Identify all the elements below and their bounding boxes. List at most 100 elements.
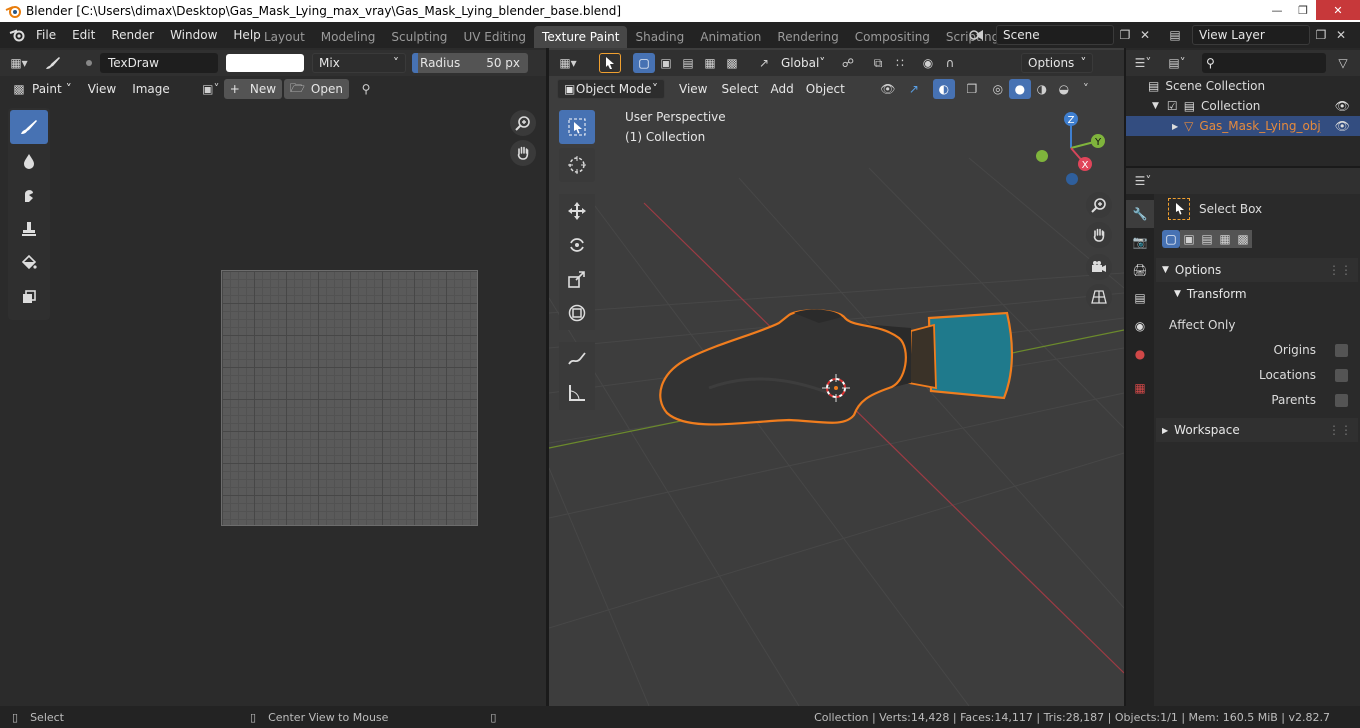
remove-view-layer-icon[interactable]: ✕	[1330, 25, 1352, 45]
transform-tool-icon[interactable]	[559, 296, 595, 330]
tab-rendering[interactable]: Rendering	[769, 26, 846, 48]
select-box-tool-icon[interactable]	[559, 110, 595, 144]
editor-type-icon[interactable]: ▦▾	[8, 53, 30, 73]
eye-icon[interactable]: 👁	[1335, 119, 1350, 133]
tab-layout[interactable]: Layout	[256, 26, 313, 48]
new-view-layer-icon[interactable]: ❐	[1310, 25, 1332, 45]
menu-image[interactable]: Image	[124, 76, 178, 102]
scene-name-field[interactable]: Scene	[996, 25, 1114, 45]
world-tab-icon[interactable]: ●	[1126, 340, 1154, 368]
menu-window[interactable]: Window	[162, 22, 225, 48]
image-editor-tool-settings: ▦▾ TexDraw Mix ˅ Radius 50 px	[0, 50, 546, 76]
pan-hand-icon[interactable]	[1086, 222, 1112, 248]
expand-arrow-icon[interactable]: ▶	[1172, 122, 1178, 131]
brush-preview-icon[interactable]	[78, 53, 100, 73]
blender-menu-icon[interactable]	[6, 25, 28, 45]
zoom-icon[interactable]	[510, 110, 536, 136]
perspective-toggle-icon[interactable]	[1086, 284, 1112, 310]
zoom-icon[interactable]	[1086, 192, 1112, 218]
new-scene-icon[interactable]: ❐	[1114, 25, 1136, 45]
rotate-tool-icon[interactable]	[559, 228, 595, 262]
render-tab-icon[interactable]: 📷	[1126, 228, 1154, 256]
drag-handle-icon[interactable]: ⋮⋮	[1328, 263, 1352, 277]
smear-brush-icon[interactable]	[10, 178, 48, 212]
close-window-button[interactable]: ✕	[1316, 0, 1360, 20]
select-extend-mode-icon[interactable]: ▣	[1180, 230, 1198, 248]
paint-mode-icon[interactable]: ▩	[8, 79, 30, 99]
tab-modeling[interactable]: Modeling	[313, 26, 384, 48]
tab-texture-paint[interactable]: Texture Paint	[534, 26, 628, 48]
menu-file[interactable]: File	[28, 22, 64, 48]
navigation-gizmo[interactable]: Z Y X	[1029, 108, 1119, 188]
tab-shading[interactable]: Shading	[627, 26, 692, 48]
blend-mode-dropdown[interactable]: Mix ˅	[312, 53, 406, 73]
view-layer-field[interactable]: View Layer	[1192, 25, 1310, 45]
object-row[interactable]: ▶ ▽ Gas_Mask_Lying_obj_bas 👁	[1126, 116, 1360, 136]
view-layer-tab-icon[interactable]: ▤	[1126, 284, 1154, 312]
pan-hand-icon[interactable]	[510, 140, 536, 166]
menu-view[interactable]: View	[80, 76, 124, 102]
origins-checkbox[interactable]	[1335, 344, 1348, 357]
menu-edit[interactable]: Edit	[64, 22, 103, 48]
fill-brush-icon[interactable]	[10, 246, 48, 280]
workspace-tabs: Layout Modeling Sculpting UV Editing Tex…	[256, 26, 1033, 48]
tab-uv-editing[interactable]: UV Editing	[455, 26, 534, 48]
cursor-tool-icon[interactable]	[559, 148, 595, 182]
open-image-button[interactable]: 🗁 Open	[284, 79, 349, 99]
move-tool-icon[interactable]	[559, 194, 595, 228]
select-subtract-mode-icon[interactable]: ▤	[1198, 230, 1216, 248]
select-intersect-mode-icon[interactable]: ▩	[1234, 230, 1252, 248]
editor-type-icon[interactable]: ☰˅	[1132, 171, 1154, 191]
new-image-button[interactable]: + New	[223, 79, 283, 99]
collection-row[interactable]: ▼ ☑ ▤ Collection 👁	[1126, 96, 1360, 116]
view-layer-icon[interactable]: ▤	[1164, 25, 1186, 45]
remove-scene-icon[interactable]: ✕	[1134, 25, 1156, 45]
scale-tool-icon[interactable]	[559, 262, 595, 296]
output-tab-icon[interactable]: 🖨	[1126, 256, 1154, 284]
measure-tool-icon[interactable]	[559, 376, 595, 410]
brush-color-swatch[interactable]	[226, 54, 304, 72]
filter-icon[interactable]: ▽	[1332, 53, 1354, 73]
clone-brush-icon[interactable]	[10, 212, 48, 246]
tool-tab-icon[interactable]: 🔧	[1126, 200, 1154, 228]
outliner-search-field[interactable]: ⚲	[1202, 53, 1326, 73]
select-difference-mode-icon[interactable]: ▦	[1216, 230, 1234, 248]
tab-animation[interactable]: Animation	[692, 26, 769, 48]
brush-tool-icon[interactable]	[42, 53, 64, 73]
display-mode-icon[interactable]: ▤˅	[1166, 53, 1188, 73]
brush-name-field[interactable]: TexDraw	[100, 53, 218, 73]
editor-type-icon[interactable]: ☰˅	[1132, 53, 1154, 73]
tab-sculpting[interactable]: Sculpting	[383, 26, 455, 48]
locations-checkbox[interactable]	[1335, 369, 1348, 382]
camera-view-icon[interactable]	[1086, 254, 1112, 280]
status-bar: ▯ Select ▯ Center View to Mouse ▯ Collec…	[0, 706, 1360, 728]
radius-slider[interactable]: Radius 50 px	[412, 53, 528, 73]
options-panel-label: Options	[1174, 263, 1222, 277]
soften-brush-icon[interactable]	[10, 144, 48, 178]
scene-icon[interactable]	[966, 25, 988, 45]
maximize-button[interactable]: ❐	[1290, 0, 1316, 20]
scene-tab-icon[interactable]: ◉	[1126, 312, 1154, 340]
checkbox-icon[interactable]: ☑	[1167, 99, 1178, 113]
workspace-panel-header[interactable]: ▶ Workspace ⋮⋮	[1156, 418, 1358, 442]
minimize-button[interactable]: —	[1264, 0, 1290, 20]
parents-checkbox[interactable]	[1335, 394, 1348, 407]
mask-brush-icon[interactable]	[10, 280, 48, 314]
paint-mode-dropdown[interactable]: Paint ˅	[30, 79, 74, 99]
expand-arrow-icon[interactable]: ▼	[1152, 101, 1159, 111]
scene-collection-row[interactable]: ▤ Scene Collection	[1126, 76, 1360, 96]
options-panel-header[interactable]: ▼ Options ⋮⋮	[1156, 258, 1358, 282]
annotate-tool-icon[interactable]	[559, 342, 595, 376]
3d-viewport[interactable]: ▦▾ ▢ ▣ ▤ ▦ ▩ ↗ Global ˅ ☍ ⧉ ∷ ◉ ∩ Option…	[549, 48, 1124, 706]
image-canvas[interactable]	[221, 270, 478, 526]
menu-render[interactable]: Render	[103, 22, 162, 48]
texture-tab-icon[interactable]: ▦	[1126, 374, 1154, 402]
drag-handle-icon[interactable]: ⋮⋮	[1328, 423, 1352, 437]
pin-icon[interactable]: ⚲	[355, 79, 377, 99]
select-new-mode-icon[interactable]: ▢	[1162, 230, 1180, 248]
draw-brush-icon[interactable]	[10, 110, 48, 144]
eye-icon[interactable]: 👁	[1335, 99, 1350, 113]
transform-subpanel-header[interactable]: ▼ Transform	[1168, 282, 1358, 306]
image-browse-icon[interactable]: ▣˅	[200, 79, 222, 99]
tab-compositing[interactable]: Compositing	[847, 26, 938, 48]
